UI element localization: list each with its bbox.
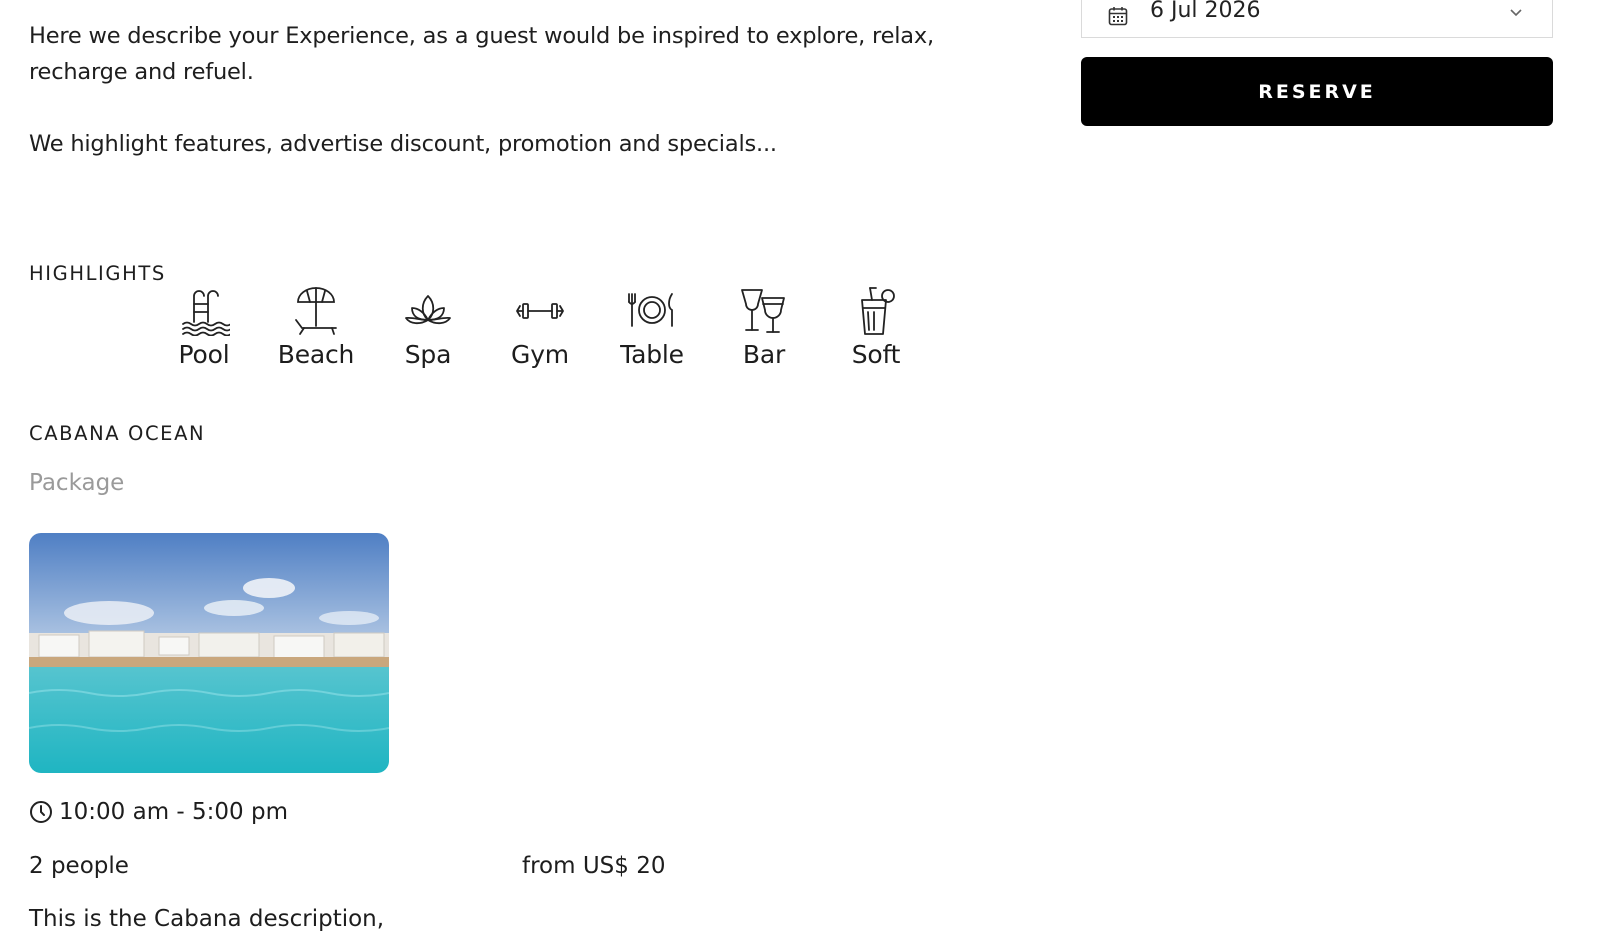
highlight-label: Pool bbox=[178, 340, 230, 369]
plate-cutlery-icon bbox=[628, 293, 673, 327]
highlight-label: Bar bbox=[742, 340, 786, 369]
lotus-icon bbox=[405, 295, 451, 325]
calendar-icon bbox=[1108, 7, 1128, 26]
highlight-beach: Beach bbox=[261, 286, 371, 369]
reserve-button[interactable]: RESERVE bbox=[1081, 57, 1553, 126]
highlight-label: Soft bbox=[851, 340, 901, 369]
soft-drink-icon bbox=[861, 287, 895, 335]
highlight-label: Gym bbox=[511, 340, 569, 369]
price: from US$ 20 bbox=[522, 853, 666, 879]
selected-date: 6 Jul 2026 bbox=[1150, 0, 1261, 23]
time-range: 10:00 am - 5:00 pm bbox=[59, 799, 288, 825]
intro-paragraph: Here we describe your Experience, as a g… bbox=[29, 23, 934, 85]
pool-icon bbox=[182, 290, 230, 336]
highlight-label: Spa bbox=[404, 340, 452, 369]
people-count: 2 people bbox=[29, 853, 129, 879]
cocktail-glasses-icon bbox=[741, 289, 785, 333]
highlight-gym: Gym bbox=[485, 286, 595, 369]
opening-hours: 10:00 am - 5:00 pm bbox=[29, 799, 288, 825]
chevron-down-icon bbox=[1510, 9, 1522, 17]
highlight-table: Table bbox=[597, 286, 707, 369]
cabana-description: This is the Cabana description, bbox=[29, 906, 385, 932]
pool-image bbox=[29, 533, 389, 773]
highlights-heading: HIGHLIGHTS bbox=[29, 262, 166, 285]
highlight-bar: Bar bbox=[709, 286, 819, 369]
highlight-soft: Soft bbox=[821, 286, 931, 369]
highlight-spa: Spa bbox=[373, 286, 483, 369]
date-select[interactable]: 6 Jul 2026 bbox=[1081, 0, 1553, 38]
intro-paragraph: We highlight features, advertise discoun… bbox=[29, 131, 777, 157]
cabana-title: CABANA OCEAN bbox=[29, 422, 206, 445]
highlight-pool: Pool bbox=[149, 286, 259, 369]
highlight-label: Beach bbox=[277, 340, 355, 369]
beach-umbrella-icon bbox=[295, 287, 337, 335]
experience-description: Here we describe your Experience, as a g… bbox=[29, 18, 1009, 162]
cabana-photo[interactable] bbox=[29, 533, 389, 773]
highlight-label: Table bbox=[620, 340, 684, 369]
package-label: Package bbox=[29, 470, 125, 496]
dumbbell-icon bbox=[516, 303, 564, 319]
clock-icon bbox=[30, 801, 52, 823]
